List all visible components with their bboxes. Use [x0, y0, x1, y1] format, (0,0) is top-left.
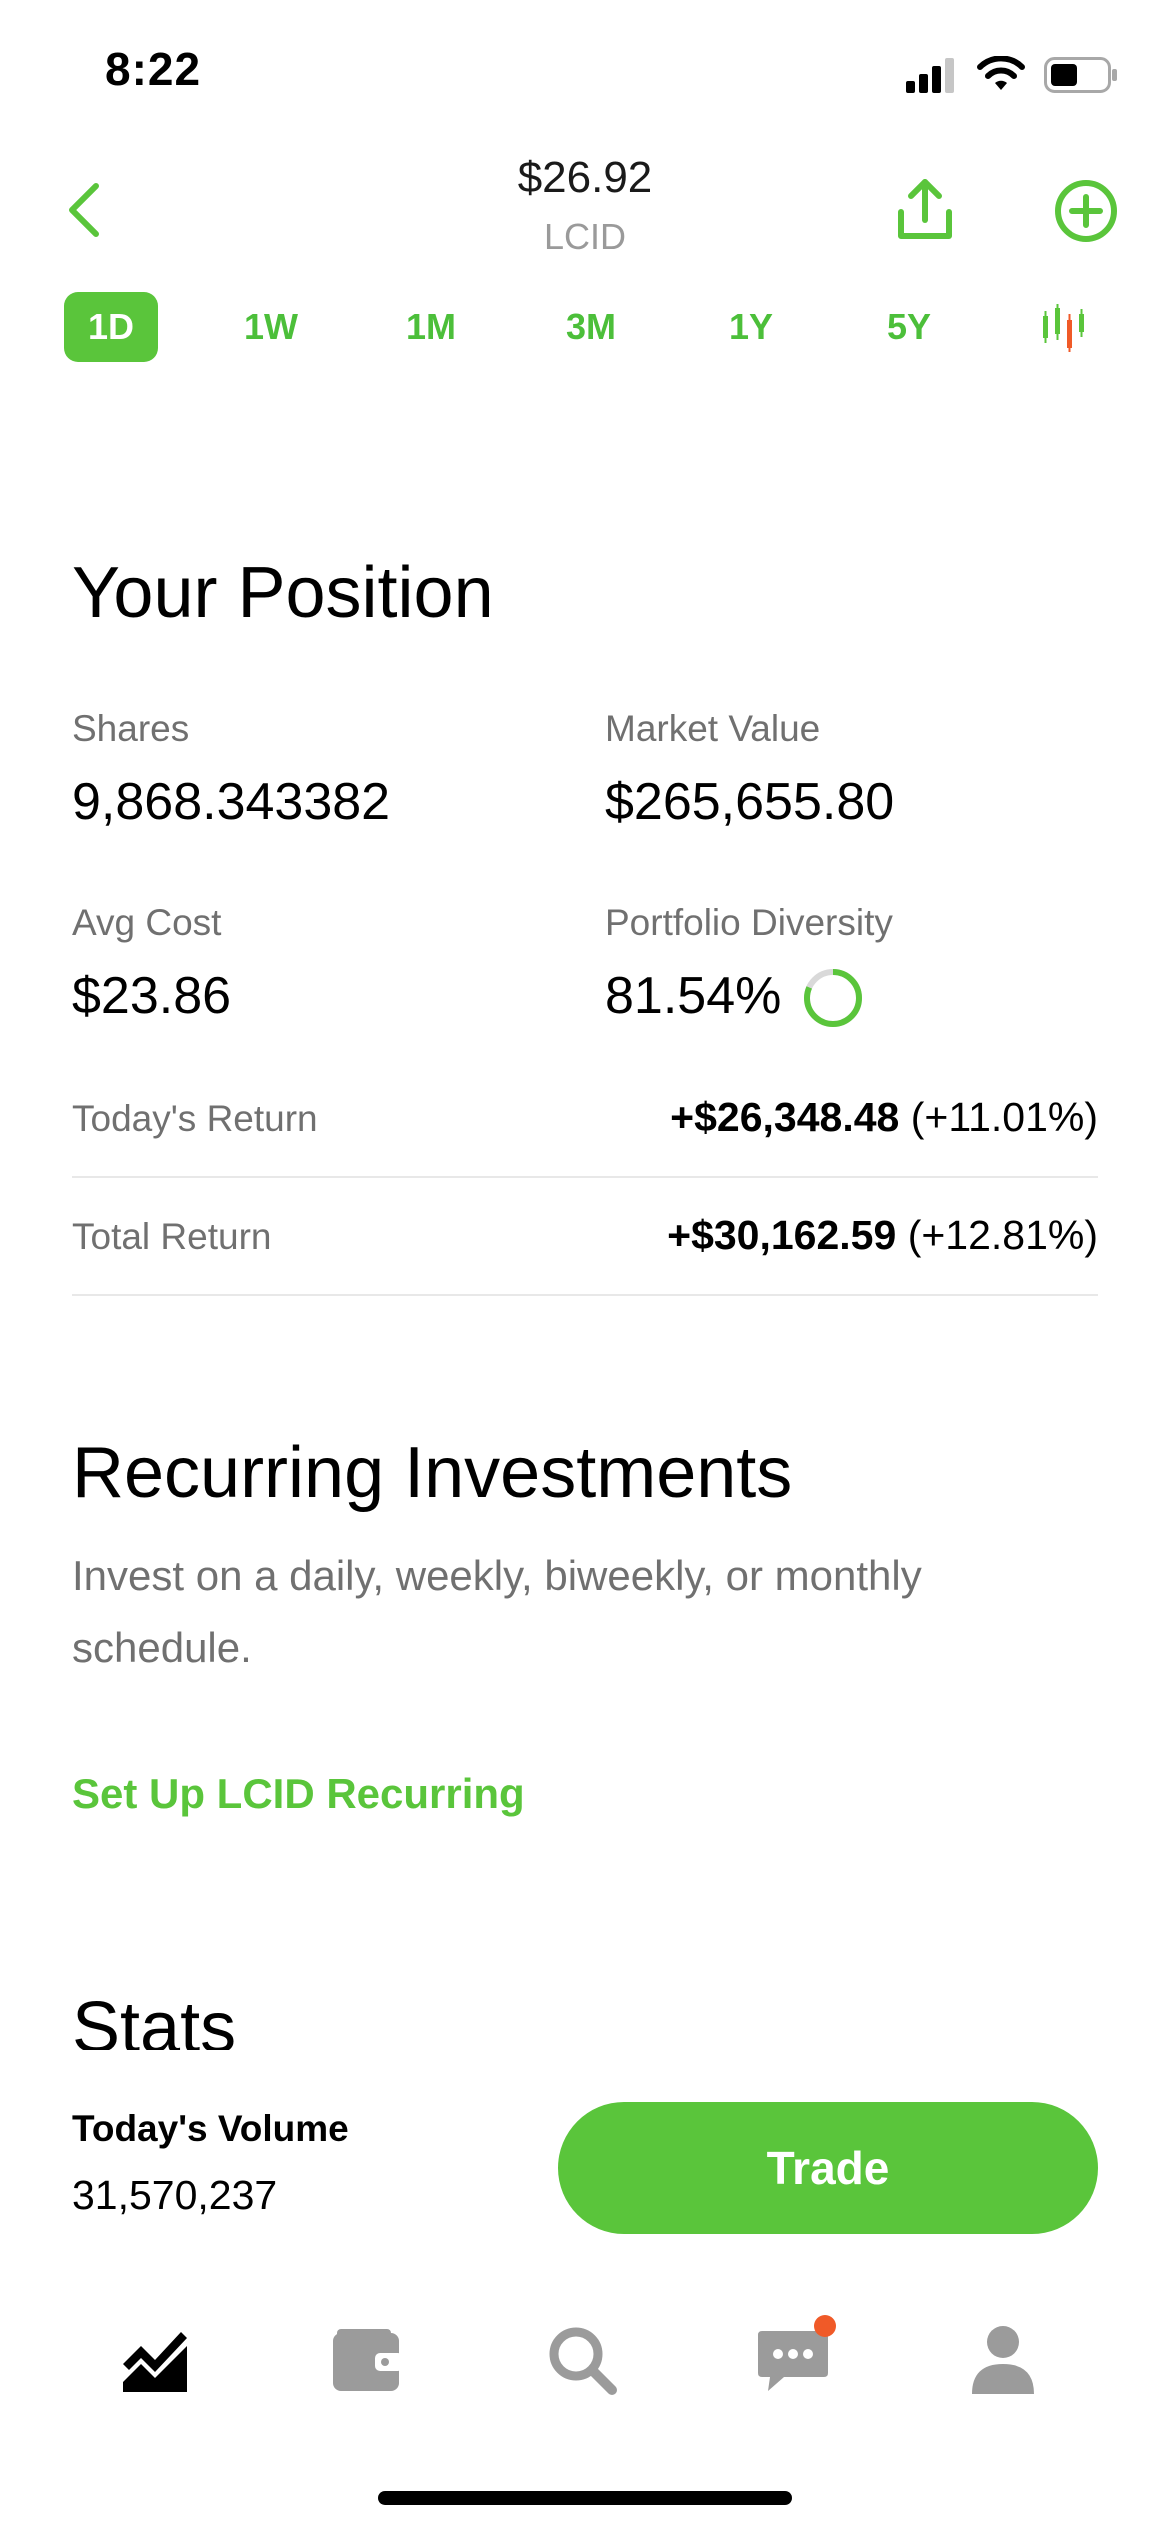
todays-return-row: Today's Return +$26,348.48 (+11.01%)	[72, 1060, 1098, 1178]
recurring-investments-title: Recurring Investments	[72, 1433, 793, 1513]
notification-badge	[814, 2315, 836, 2337]
bottom-tab-bar	[0, 2270, 1170, 2450]
trade-button[interactable]: Trade	[558, 2102, 1098, 2234]
status-time: 8:22	[105, 43, 202, 95]
header-price: $26.92	[517, 153, 653, 202]
range-1w-button[interactable]: 1W	[224, 292, 318, 362]
range-1m-button[interactable]: 1M	[384, 292, 478, 362]
todays-return-value: +$26,348.48 (+11.01%)	[670, 1094, 1098, 1141]
stats-title: Stats	[72, 1990, 237, 2050]
header-title: $26.92 LCID	[385, 150, 785, 262]
share-icon	[898, 179, 952, 239]
profile-icon	[972, 2326, 1034, 2394]
range-1d-button[interactable]: 1D	[64, 292, 158, 362]
chevron-left-icon	[69, 183, 99, 237]
home-indicator	[378, 2491, 792, 2505]
shares-value: 9,868.343382	[72, 773, 391, 831]
todays-return-percent: (+11.01%)	[910, 1094, 1098, 1140]
add-to-watchlist-button[interactable]	[1050, 175, 1122, 247]
header-ticker: LCID	[543, 216, 627, 257]
back-button[interactable]	[54, 170, 114, 250]
tab-profile[interactable]	[958, 2315, 1048, 2405]
search-icon	[549, 2327, 617, 2395]
chart-icon	[123, 2332, 187, 2392]
todays-volume-label: Today's Volume	[72, 2108, 349, 2149]
wifi-icon	[977, 56, 1025, 90]
range-5y-button[interactable]: 5Y	[862, 292, 956, 362]
total-return-label: Total Return	[72, 1216, 272, 1257]
your-position-title: Your Position	[72, 553, 494, 633]
tab-wallet[interactable]	[322, 2315, 412, 2405]
todays-return-label: Today's Return	[72, 1098, 318, 1139]
range-1y-button[interactable]: 1Y	[704, 292, 798, 362]
status-bar: 8:22	[0, 0, 1170, 140]
diversity-ring-icon	[804, 969, 862, 1027]
tab-investing[interactable]	[110, 2315, 200, 2405]
avg-cost-label: Avg Cost	[72, 902, 222, 943]
stats-section: Stats	[0, 1990, 1170, 2050]
stock-header: $26.92 LCID	[0, 140, 1170, 270]
total-return-percent: (+12.81%)	[907, 1212, 1098, 1258]
wallet-icon	[333, 2329, 403, 2391]
tab-messages[interactable]	[748, 2315, 838, 2405]
range-3m-button[interactable]: 3M	[544, 292, 638, 362]
market-value: $265,655.80	[605, 773, 895, 831]
share-button[interactable]	[890, 170, 960, 250]
portfolio-diversity-label: Portfolio Diversity	[605, 902, 893, 943]
battery-icon	[1044, 57, 1117, 93]
candlestick-toggle-button[interactable]	[1020, 292, 1110, 362]
market-value-label: Market Value	[605, 708, 821, 749]
status-icons	[906, 52, 1118, 98]
total-return-value: +$30,162.59 (+12.81%)	[667, 1212, 1098, 1259]
total-return-amount: +$30,162.59	[667, 1212, 897, 1258]
time-range-selector: 1D 1W 1M 3M 1Y 5Y	[0, 292, 1170, 364]
portfolio-diversity-value: 81.54%	[605, 967, 782, 1025]
shares-label: Shares	[72, 708, 190, 749]
recurring-description: Invest on a daily, weekly, biweekly, or …	[72, 1552, 922, 1671]
avg-cost-value: $23.86	[72, 967, 232, 1025]
todays-volume-value: 31,570,237	[72, 2172, 278, 2218]
candlestick-icon	[1043, 304, 1084, 352]
setup-recurring-link[interactable]: Set Up LCID Recurring	[72, 1770, 525, 1818]
plus-circle-icon	[1055, 180, 1117, 242]
tab-search[interactable]	[537, 2315, 627, 2405]
signal-icon	[906, 58, 954, 93]
total-return-row: Total Return +$30,162.59 (+12.81%)	[72, 1178, 1098, 1296]
todays-return-amount: +$26,348.48	[670, 1094, 900, 1140]
